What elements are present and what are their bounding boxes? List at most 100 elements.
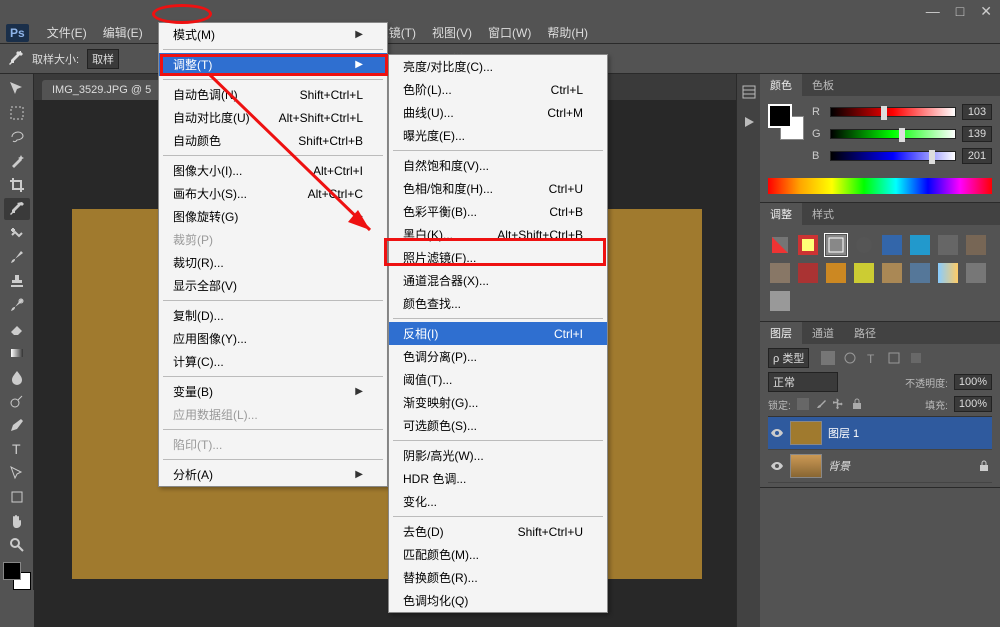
hand-tool[interactable]	[4, 510, 30, 532]
crop-tool[interactable]	[4, 174, 30, 196]
ma-selcol[interactable]: 可选颜色(S)...	[389, 414, 607, 437]
ma-bw[interactable]: 黑白(K)...Alt+Shift+Ctrl+B	[389, 223, 607, 246]
mi-trim[interactable]: 裁切(R)...	[159, 251, 387, 274]
dodge-tool[interactable]	[4, 390, 30, 412]
eraser-tool[interactable]	[4, 318, 30, 340]
ma-hsl[interactable]: 色相/饱和度(H)...Ctrl+U	[389, 177, 607, 200]
mi-mode[interactable]: 模式(M)▶	[159, 23, 387, 46]
layer-filter-select[interactable]: ρ 类型	[768, 348, 809, 368]
lock-trans-icon[interactable]	[797, 398, 809, 410]
mi-duplicate[interactable]: 复制(D)...	[159, 304, 387, 327]
mi-adjust[interactable]: 调整(T)▶	[159, 53, 387, 76]
brush-tool[interactable]	[4, 246, 30, 268]
pen-tool[interactable]	[4, 414, 30, 436]
history-brush-tool[interactable]	[4, 294, 30, 316]
adj-ic-1[interactable]	[768, 233, 792, 257]
filter-smart-icon[interactable]	[909, 351, 923, 365]
hue-strip[interactable]	[768, 178, 992, 194]
shape-tool[interactable]	[4, 486, 30, 508]
lock-paint-icon[interactable]	[815, 398, 827, 410]
mi-canvas-size[interactable]: 画布大小(S)...Alt+Ctrl+C	[159, 182, 387, 205]
wand-tool[interactable]	[4, 150, 30, 172]
mi-rotate[interactable]: 图像旋转(G)▶	[159, 205, 387, 228]
panel-tab-style[interactable]: 样式	[802, 203, 844, 225]
mi-analysis[interactable]: 分析(A)▶	[159, 463, 387, 486]
ma-invert[interactable]: 反相(I)Ctrl+I	[389, 322, 607, 345]
adj-ic-8[interactable]	[964, 233, 988, 257]
menu-help[interactable]: 帮助(H)	[539, 22, 596, 43]
adj-ic-6[interactable]	[908, 233, 932, 257]
eye-icon[interactable]	[770, 426, 784, 440]
ma-curves[interactable]: 曲线(U)...Ctrl+M	[389, 101, 607, 124]
ma-exposure[interactable]: 曝光度(E)...	[389, 124, 607, 147]
panel-tab-layers[interactable]: 图层	[760, 322, 802, 344]
b-value[interactable]: 201	[962, 148, 992, 164]
lasso-tool[interactable]	[4, 126, 30, 148]
r-slider[interactable]	[830, 107, 956, 117]
ma-thresh[interactable]: 阈值(T)...	[389, 368, 607, 391]
sample-size-select[interactable]: 取样	[87, 49, 119, 69]
adj-ic-17[interactable]	[768, 289, 792, 313]
ma-collu[interactable]: 颜色查找...	[389, 292, 607, 315]
blur-tool[interactable]	[4, 366, 30, 388]
ma-gmap[interactable]: 渐变映射(G)...	[389, 391, 607, 414]
gradient-tool[interactable]	[4, 342, 30, 364]
adj-ic-10[interactable]	[796, 261, 820, 285]
mi-calc[interactable]: 计算(C)...	[159, 350, 387, 373]
fill-value[interactable]: 100%	[954, 396, 992, 412]
adj-ic-11[interactable]	[824, 261, 848, 285]
close-button[interactable]: ✕	[980, 3, 992, 20]
adj-ic-12[interactable]	[852, 261, 876, 285]
g-value[interactable]: 139	[962, 126, 992, 142]
layer-item-1[interactable]: 图层 1	[768, 417, 992, 450]
zoom-tool[interactable]	[4, 534, 30, 556]
panel-tab-color[interactable]: 颜色	[760, 74, 802, 96]
ma-vibrance[interactable]: 自然饱和度(V)...	[389, 154, 607, 177]
ma-poster[interactable]: 色调分离(P)...	[389, 345, 607, 368]
r-value[interactable]: 103	[962, 104, 992, 120]
ma-colbal[interactable]: 色彩平衡(B)...Ctrl+B	[389, 200, 607, 223]
filter-type-icon[interactable]: T	[865, 351, 879, 365]
mi-auto-color[interactable]: 自动颜色Shift+Ctrl+B	[159, 129, 387, 152]
move-tool[interactable]	[4, 78, 30, 100]
type-tool[interactable]: T	[4, 438, 30, 460]
mi-vars[interactable]: 变量(B)▶	[159, 380, 387, 403]
ma-desat[interactable]: 去色(D)Shift+Ctrl+U	[389, 520, 607, 543]
play-panel-icon[interactable]	[741, 114, 757, 130]
layer-item-bg[interactable]: 背景	[768, 450, 992, 483]
maximize-button[interactable]: □	[956, 3, 964, 19]
filter-shape-icon[interactable]	[887, 351, 901, 365]
menu-window[interactable]: 窗口(W)	[480, 22, 539, 43]
ma-chmix[interactable]: 通道混合器(X)...	[389, 269, 607, 292]
heal-tool[interactable]	[4, 222, 30, 244]
panel-tab-swatch[interactable]: 色板	[802, 74, 844, 96]
b-slider[interactable]	[830, 151, 956, 161]
history-panel-icon[interactable]	[741, 84, 757, 100]
panel-tab-adjust[interactable]: 调整	[760, 203, 802, 225]
lock-all-icon[interactable]	[851, 398, 863, 410]
menu-edit[interactable]: 编辑(E)	[95, 22, 151, 43]
document-tab[interactable]: IMG_3529.JPG @ 5	[42, 80, 161, 100]
ma-levels[interactable]: 色阶(L)...Ctrl+L	[389, 78, 607, 101]
ma-replace[interactable]: 替换颜色(R)...	[389, 566, 607, 589]
mi-auto-contrast[interactable]: 自动对比度(U)Alt+Shift+Ctrl+L	[159, 106, 387, 129]
menu-file[interactable]: 文件(E)	[39, 22, 95, 43]
minimize-button[interactable]: —	[926, 3, 940, 19]
adj-ic-4[interactable]	[852, 233, 876, 257]
ma-photof[interactable]: 照片滤镜(F)...	[389, 246, 607, 269]
eyedropper-tool[interactable]	[4, 198, 30, 220]
blend-mode-select[interactable]: 正常	[768, 372, 838, 392]
adj-ic-16[interactable]	[964, 261, 988, 285]
ma-variat[interactable]: 变化...	[389, 490, 607, 513]
marquee-tool[interactable]	[4, 102, 30, 124]
stamp-tool[interactable]	[4, 270, 30, 292]
filter-adjust-icon[interactable]	[843, 351, 857, 365]
panel-tab-channels[interactable]: 通道	[802, 322, 844, 344]
color-chip[interactable]	[768, 104, 804, 140]
g-slider[interactable]	[830, 129, 956, 139]
mi-apply[interactable]: 应用图像(Y)...	[159, 327, 387, 350]
menu-view[interactable]: 视图(V)	[424, 22, 480, 43]
ma-hdr[interactable]: HDR 色调...	[389, 467, 607, 490]
lock-pos-icon[interactable]	[833, 398, 845, 410]
eye-icon[interactable]	[770, 459, 784, 473]
